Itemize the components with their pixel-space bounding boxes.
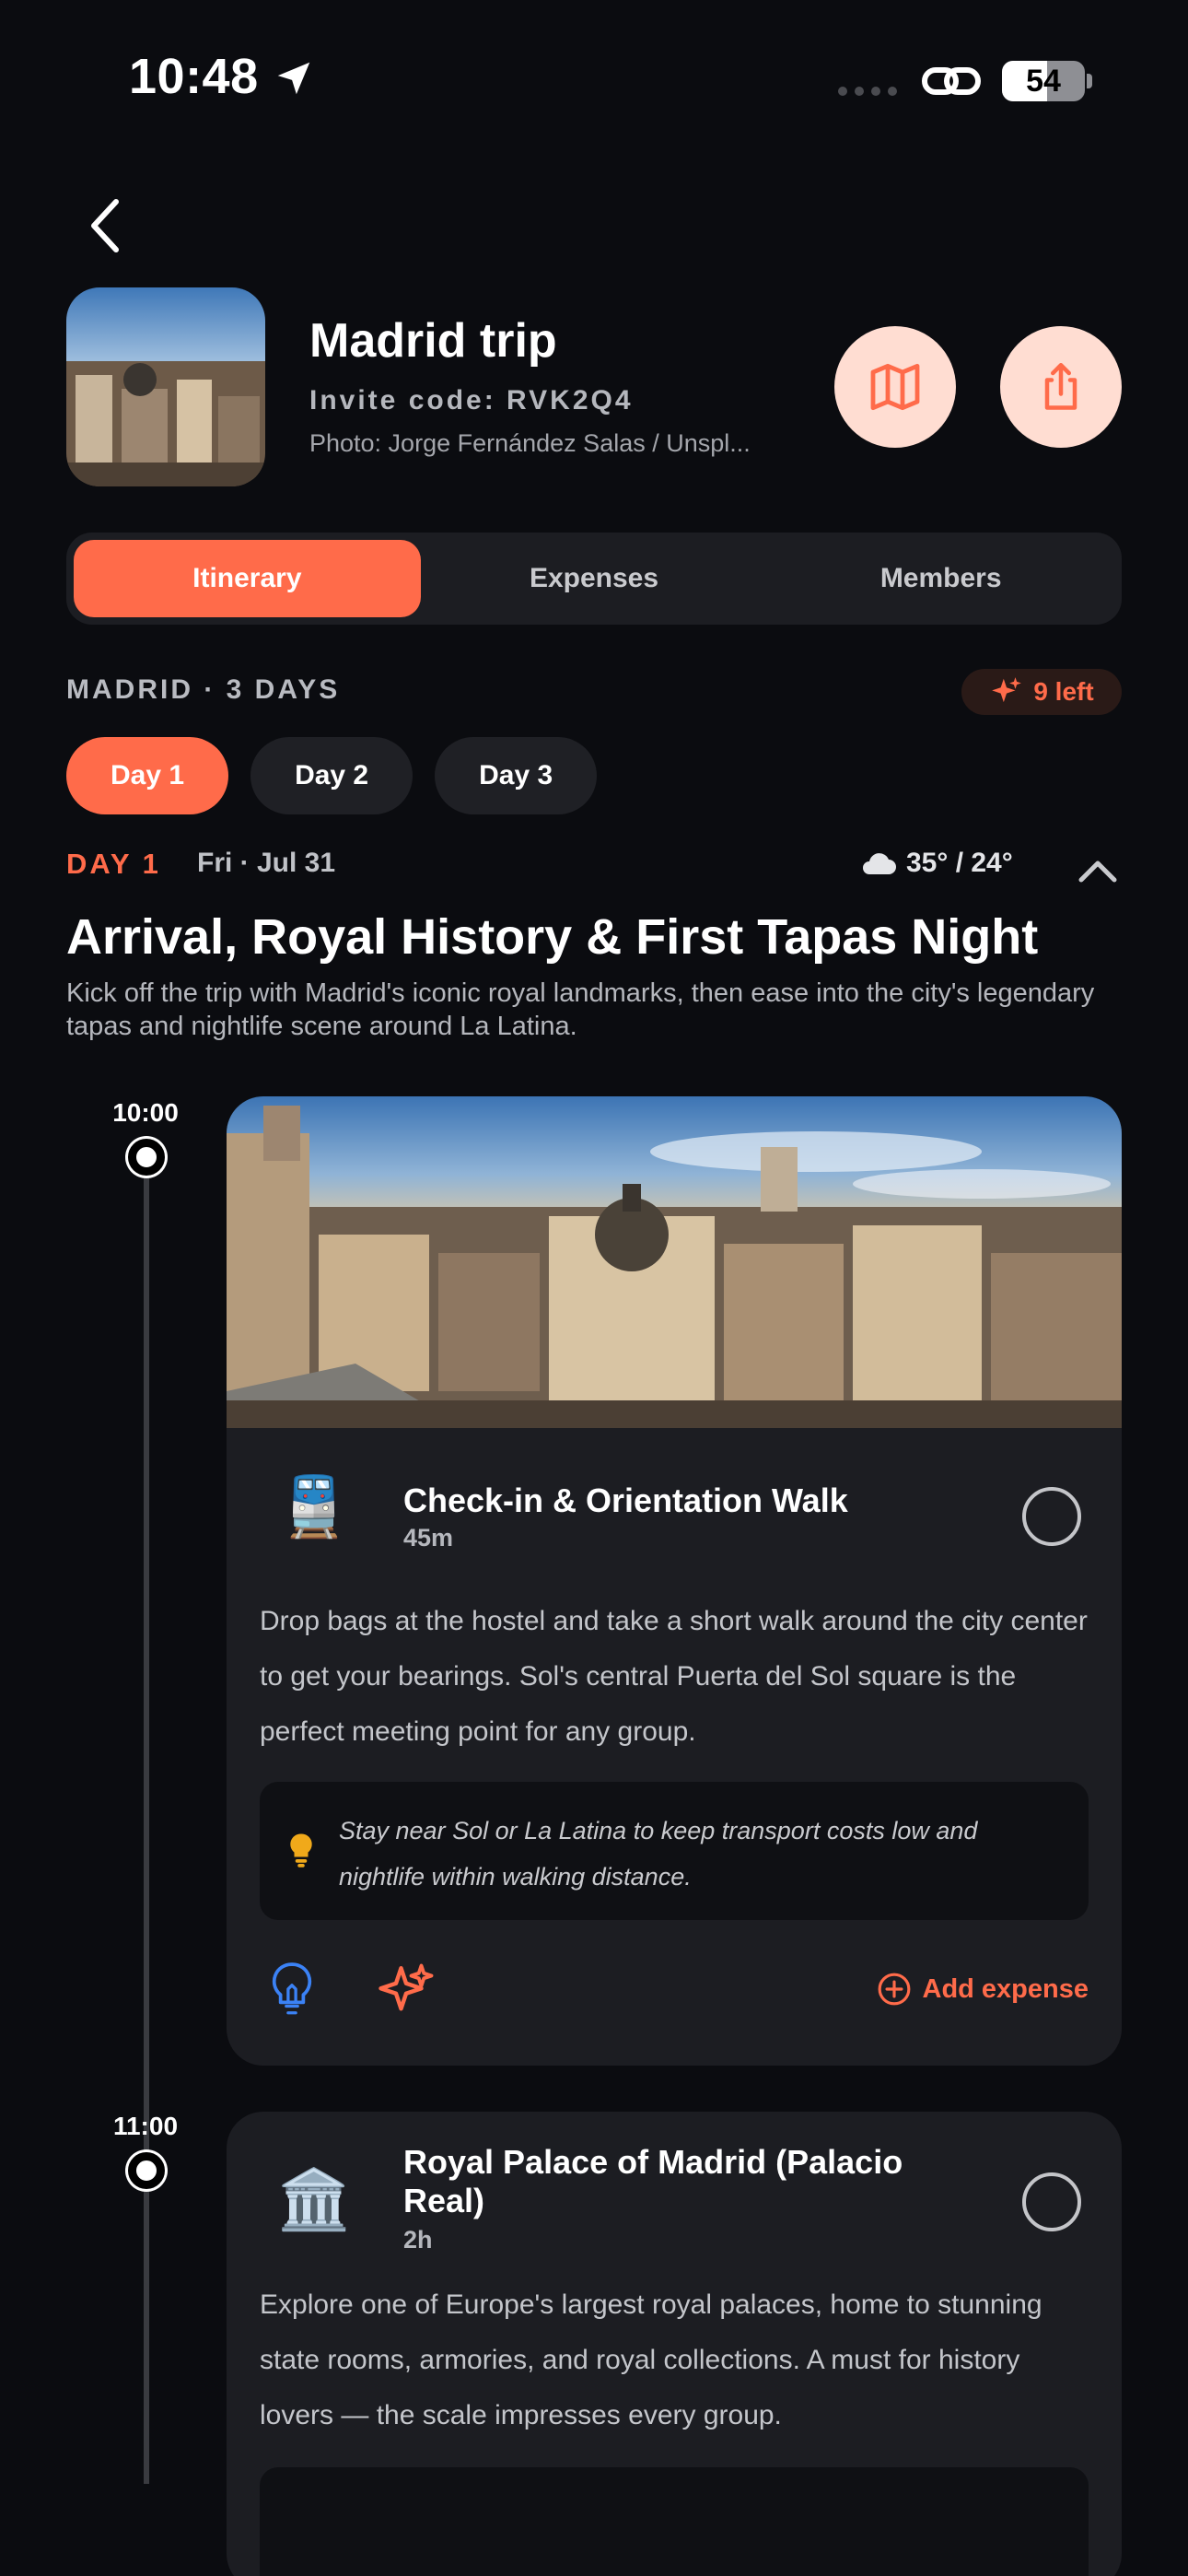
timeline-line: [144, 1157, 149, 2484]
status-bar: 10:48 54: [0, 0, 1188, 161]
card-actions: Add expense: [260, 1959, 1089, 2023]
link-icon: [922, 67, 981, 95]
invite-code[interactable]: Invite code: RVK2Q4: [309, 385, 634, 416]
activity-duration: 45m: [403, 1524, 454, 1551]
tab-expenses[interactable]: Expenses: [421, 540, 768, 617]
tab-members[interactable]: Members: [767, 540, 1114, 617]
weather-temps: 35° / 24°: [906, 848, 1013, 878]
trip-title: Madrid trip: [309, 314, 557, 368]
tip-text: Stay near Sol or La Latina to keep trans…: [339, 1817, 978, 1891]
tab-itinerary[interactable]: Itinerary: [74, 540, 421, 617]
day-selector: Day 1 Day 2 Day 3: [66, 737, 598, 814]
activity-card[interactable]: 🏛️ Royal Palace of Madrid (Palacio Real)…: [227, 2112, 1122, 2576]
lightbulb-outline-icon[interactable]: [269, 1961, 315, 2021]
lightbulb-icon: [290, 1833, 312, 1868]
activity-name: Royal Palace of Madrid (Palacio Real): [403, 2143, 903, 2219]
share-button[interactable]: [1000, 326, 1122, 448]
tab-bar: Itinerary Expenses Members: [66, 533, 1122, 625]
activity-description: Drop bags at the hostel and take a short…: [260, 1606, 1088, 1747]
complete-checkbox[interactable]: [1022, 1487, 1081, 1546]
day-title: Arrival, Royal History & First Tapas Nig…: [66, 909, 1039, 965]
activity-photo: [227, 1096, 1122, 1428]
sparkles-outline-icon[interactable]: [376, 1961, 437, 2021]
day-chip-2[interactable]: Day 2: [250, 737, 413, 814]
classical-building-icon: 🏛️: [277, 2165, 351, 2232]
complete-checkbox[interactable]: [1022, 2172, 1081, 2231]
photo-credit[interactable]: Photo: Jorge Fernández Salas / Unspl...: [309, 429, 788, 458]
battery-level: 54: [1026, 63, 1061, 99]
activity-card[interactable]: 🚆 Check-in & Orientation Walk 45m Drop b…: [227, 1096, 1122, 2066]
cloud-icon: [863, 853, 896, 874]
timeline-time: 11:00: [112, 2112, 179, 2140]
day-chip-3[interactable]: Day 3: [435, 737, 598, 814]
share-icon: [1044, 363, 1077, 410]
trip-thumbnail: [66, 287, 265, 486]
ai-credits-label: 9 left: [1033, 677, 1094, 706]
collapse-button[interactable]: [1072, 848, 1124, 894]
chevron-up-icon: [1078, 861, 1117, 883]
activity-description: Explore one of Europe's largest royal pa…: [260, 2289, 1042, 2430]
weather: 35° / 24°: [860, 848, 1013, 879]
add-expense-label: Add expense: [922, 1973, 1089, 2004]
activity-name: Check-in & Orientation Walk: [403, 1481, 848, 1519]
timeline-time: 10:00: [112, 1098, 179, 1127]
day-description: Kick off the trip with Madrid's iconic r…: [66, 978, 1095, 1041]
battery-indicator: 54: [1002, 61, 1085, 101]
map-icon: [870, 363, 920, 411]
map-button[interactable]: [834, 326, 956, 448]
timeline-dot: [128, 2152, 165, 2189]
train-icon: 🚆: [277, 1472, 351, 1540]
chevron-left-icon: [91, 199, 119, 252]
day-chip-1[interactable]: Day 1: [66, 737, 229, 814]
day-header: DAY 1 Fri · Jul 31 35° / 24°: [66, 848, 1122, 894]
battery-tip: [1087, 74, 1092, 88]
signal-dots: [838, 87, 897, 96]
sparkles-icon: [992, 677, 1022, 703]
day-date: Fri · Jul 31: [197, 848, 336, 878]
plus-circle-icon: [878, 1973, 910, 2006]
tip-box: [260, 2467, 1089, 2576]
tip-box: Stay near Sol or La Latina to keep trans…: [260, 1782, 1089, 1920]
location-days: MADRID · 3 DAYS: [66, 674, 341, 705]
status-time: 10:48: [129, 49, 259, 104]
ai-credits-badge[interactable]: 9 left: [961, 669, 1122, 715]
day-label: DAY 1: [66, 848, 161, 880]
add-expense-button[interactable]: Add expense: [877, 1972, 1089, 2007]
trip-detail-screen: 10:48 54 Madrid trip Invite code: RVK2Q4…: [0, 0, 1188, 2576]
timeline-dot: [128, 1139, 165, 1176]
activity-duration: 2h: [403, 2226, 433, 2254]
back-button[interactable]: [79, 193, 131, 258]
location-arrow-icon: [277, 62, 310, 95]
